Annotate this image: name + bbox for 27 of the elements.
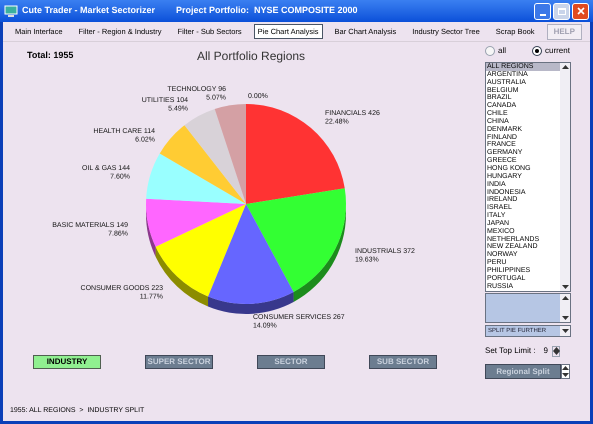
top-limit-label: Set Top Limit : xyxy=(485,345,536,357)
maximize-button[interactable] xyxy=(553,2,570,20)
monitor-icon xyxy=(4,4,18,18)
text-area[interactable] xyxy=(485,293,571,323)
total-label: Total: 1955 xyxy=(27,49,74,62)
scroll-up-icon xyxy=(562,296,568,300)
radio-button[interactable] xyxy=(485,46,495,56)
scroll-down-icon xyxy=(562,285,568,289)
scrollbar[interactable] xyxy=(560,63,570,291)
scroll-down-icon xyxy=(562,316,568,320)
spinner[interactable] xyxy=(561,364,570,379)
close-icon xyxy=(576,7,584,15)
level-button[interactable]: INDUSTRY xyxy=(33,355,101,369)
window-title: Cute Trader - Market Sectorizer xyxy=(22,4,156,18)
chart-title: All Portfolio Regions xyxy=(197,48,306,65)
maximize-icon xyxy=(558,8,566,14)
close-button[interactable] xyxy=(572,2,589,20)
minimize-button[interactable] xyxy=(534,2,551,20)
radio-button[interactable] xyxy=(532,46,542,56)
minimize-icon xyxy=(540,14,546,16)
spinner[interactable] xyxy=(552,346,560,356)
dropdown-caret-icon xyxy=(562,329,568,333)
project-title: Project Portfolio: NYSE COMPOSITE 2000 xyxy=(176,4,358,18)
radio-label: all xyxy=(498,45,506,57)
scroll-up-icon xyxy=(562,65,568,69)
top-limit-value: 9 xyxy=(544,345,548,357)
radio-label: current xyxy=(545,45,570,57)
